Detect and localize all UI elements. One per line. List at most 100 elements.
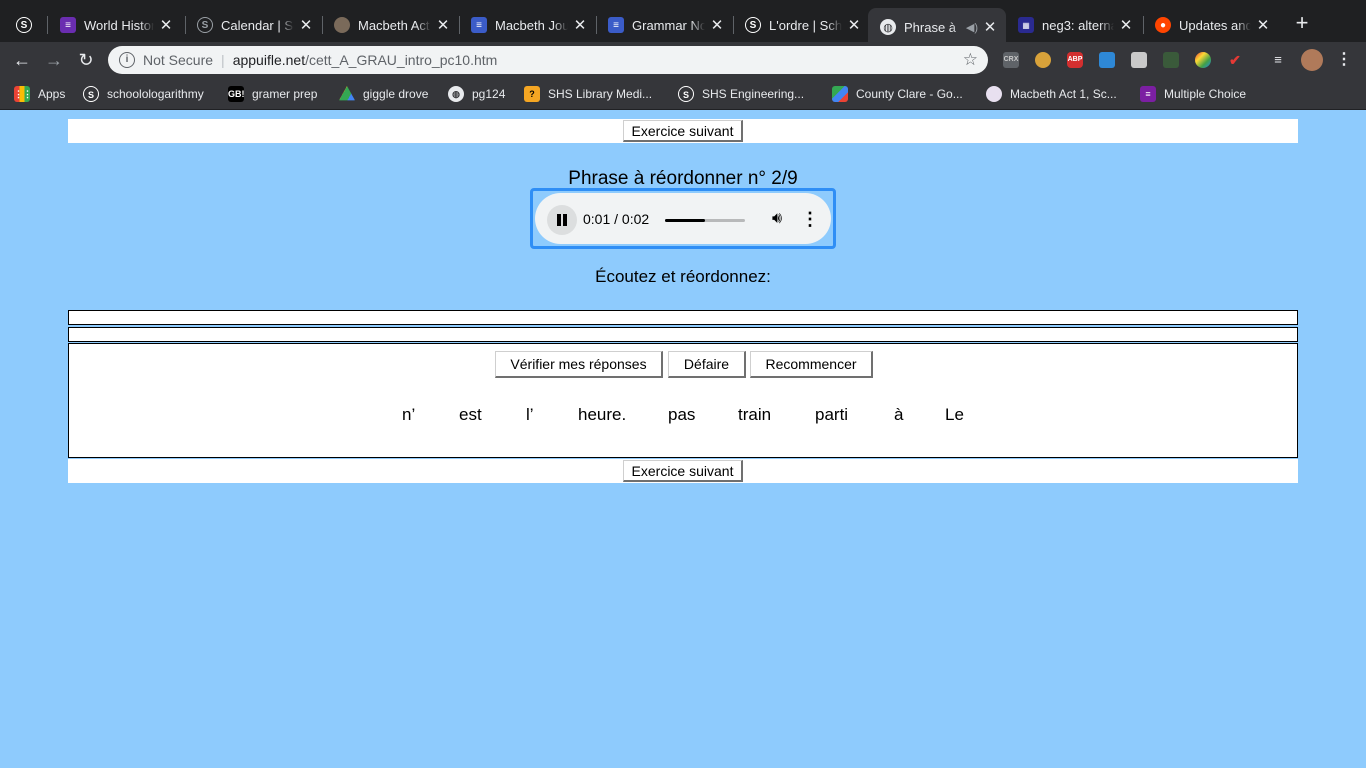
maps-icon [832, 86, 848, 102]
slides-icon [334, 17, 350, 33]
tab-extension-icon[interactable] [1099, 52, 1115, 68]
address-divider: | [221, 52, 225, 68]
globe-icon: ◍ [448, 86, 464, 102]
word-chip[interactable]: parti [815, 405, 848, 425]
bookmark-label: Apps [38, 87, 66, 101]
url-host: appuifle.net [232, 52, 306, 68]
close-tab-icon[interactable]: ✕ [158, 17, 174, 33]
globe-icon: ◍ [880, 19, 896, 35]
tab-macbeth-journal[interactable]: ≡ Macbeth Jou ✕ [459, 8, 596, 42]
tab-lordre[interactable]: S L'ordre | Sch ✕ [733, 8, 870, 42]
library-icon: ? [524, 86, 540, 102]
list-icon: ≡ [60, 17, 76, 33]
speaker-playing-icon[interactable]: ◀) [966, 21, 978, 34]
tab-strip: S ≡ World Histor ✕ S Calendar | Sc ✕ Mac… [0, 0, 1366, 46]
bookmark-schoolologarithmy[interactable]: S schoolologarithmy [83, 85, 204, 103]
new-tab-button[interactable]: + [1290, 12, 1314, 36]
answer-line-1[interactable] [68, 310, 1298, 325]
answer-line-2[interactable] [68, 327, 1298, 342]
bookmark-apps[interactable]: ⋮⋮ Apps [14, 85, 65, 103]
bookmark-label: Multiple Choice [1164, 87, 1247, 101]
tab-phrase-active[interactable]: ◍ Phrase à ◀) ✕ [868, 8, 1006, 46]
tab-neg3[interactable]: ▦ neg3: alterna ✕ [1006, 8, 1142, 42]
word-chip[interactable]: heure. [578, 405, 626, 425]
tab-title: Calendar | Sc [221, 17, 294, 33]
close-tab-icon[interactable]: ✕ [982, 19, 998, 35]
bookmark-label: pg124 [472, 87, 506, 101]
tab-title: Updates and [1179, 17, 1251, 33]
audio-progress-fill [665, 219, 705, 222]
close-tab-icon[interactable]: ✕ [572, 17, 588, 33]
tab-title: World Histor [84, 17, 154, 33]
tab-title: Grammar No [632, 17, 705, 33]
word-chip[interactable]: à [894, 405, 903, 425]
back-arrow-icon[interactable]: ← [10, 48, 34, 72]
word-chip[interactable]: est [459, 405, 482, 425]
tab-macbeth-act[interactable]: Macbeth Act ✕ [322, 8, 459, 42]
reload-icon[interactable]: ↻ [74, 48, 98, 72]
word-chip[interactable]: train [738, 405, 771, 425]
bookmark-label: gramer prep [252, 87, 318, 101]
restart-button[interactable]: Recommencer [750, 351, 873, 378]
pause-icon[interactable] [547, 205, 577, 235]
bookmark-pg124[interactable]: ◍ pg124 [448, 85, 505, 103]
forward-arrow-icon[interactable]: → [42, 48, 66, 72]
word-chip[interactable]: n’ [402, 405, 415, 425]
briefcase-extension-icon[interactable] [1131, 52, 1147, 68]
bookmark-giggle-drove[interactable]: giggle drove [339, 85, 428, 103]
media-queue-icon[interactable]: ≡ [1270, 52, 1286, 68]
check-extension-icon[interactable]: ✔ [1227, 52, 1243, 68]
next-exercise-button-bottom[interactable]: Exercice suivant [623, 460, 743, 482]
close-tab-icon[interactable]: ✕ [1255, 17, 1271, 33]
docs-icon: ≡ [471, 17, 487, 33]
more-options-icon[interactable]: ⋮ [801, 209, 819, 229]
close-tab-icon[interactable]: ✕ [298, 17, 314, 33]
bookmark-macbeth-act1[interactable]: Macbeth Act 1, Sc... [986, 85, 1117, 103]
bookmark-label: giggle drove [363, 87, 429, 101]
owl-extension-icon[interactable] [1035, 52, 1051, 68]
tab-title: Macbeth Jou [495, 17, 568, 33]
info-icon[interactable]: i [119, 52, 135, 68]
schoology-icon: S [197, 17, 213, 33]
color-picker-extension-icon[interactable] [1195, 52, 1211, 68]
bookmark-multiple-choice[interactable]: ≡ Multiple Choice [1140, 85, 1246, 103]
forms-icon: ≡ [1140, 86, 1156, 102]
next-exercise-button-top[interactable]: Exercice suivant [623, 120, 743, 142]
menu-kebab-icon[interactable]: ⋮ [1336, 52, 1352, 68]
undo-button[interactable]: Défaire [668, 351, 746, 378]
bookmark-gramer-prep[interactable]: GB! gramer prep [228, 85, 317, 103]
adblock-extension-icon[interactable]: ABP [1067, 52, 1083, 68]
grid-icon: ▦ [1018, 17, 1034, 33]
word-bank-panel: Vérifier mes réponses Défaire Recommence… [68, 343, 1298, 458]
tab-world-history[interactable]: ≡ World Histor ✕ [48, 8, 182, 42]
tab-grammar-notes[interactable]: ≡ Grammar No ✕ [596, 8, 733, 42]
bookmark-shs-engineering[interactable]: S SHS Engineering... [678, 85, 804, 103]
drive-icon [339, 86, 355, 101]
crx-extension-icon[interactable]: CRX [1003, 52, 1019, 68]
close-tab-icon[interactable]: ✕ [846, 17, 862, 33]
tab-reddit-updates[interactable]: ● Updates and ✕ [1143, 8, 1279, 42]
bookmark-label: schoolologarithmy [107, 87, 204, 101]
volume-icon[interactable]: 🔊︎ [767, 209, 787, 229]
word-chip[interactable]: l’ [526, 405, 534, 425]
address-bar[interactable]: i Not Secure | appuifle.net/cett_A_GRAU_… [108, 46, 988, 74]
green-extension-icon[interactable] [1163, 52, 1179, 68]
audio-controls: 0:01 / 0:02 🔊︎ ⋮ [535, 193, 831, 244]
bookmark-county-clare[interactable]: County Clare - Go... [832, 85, 963, 103]
close-tab-icon[interactable]: ✕ [435, 17, 451, 33]
close-tab-icon[interactable]: ✕ [709, 17, 725, 33]
tab-calendar[interactable]: S Calendar | Sc ✕ [185, 8, 322, 42]
browser-toolbar: ← → ↻ i Not Secure | appuifle.net/cett_A… [0, 42, 1366, 78]
tab-title: L'ordre | Sch [769, 17, 842, 33]
bookmark-star-icon[interactable]: ☆ [963, 50, 978, 70]
bookmark-label: Macbeth Act 1, Sc... [1010, 87, 1117, 101]
close-tab-icon[interactable]: ✕ [1118, 17, 1134, 33]
profile-avatar[interactable] [1301, 49, 1323, 71]
audio-seek-bar[interactable] [665, 219, 745, 222]
schoology-icon: S [16, 17, 32, 33]
check-answers-button[interactable]: Vérifier mes réponses [495, 351, 663, 378]
word-chip[interactable]: pas [668, 405, 695, 425]
bookmark-shs-library[interactable]: ? SHS Library Medi... [524, 85, 652, 103]
tab-schoology-pinned[interactable]: S [6, 8, 42, 42]
word-chip[interactable]: Le [945, 405, 964, 425]
